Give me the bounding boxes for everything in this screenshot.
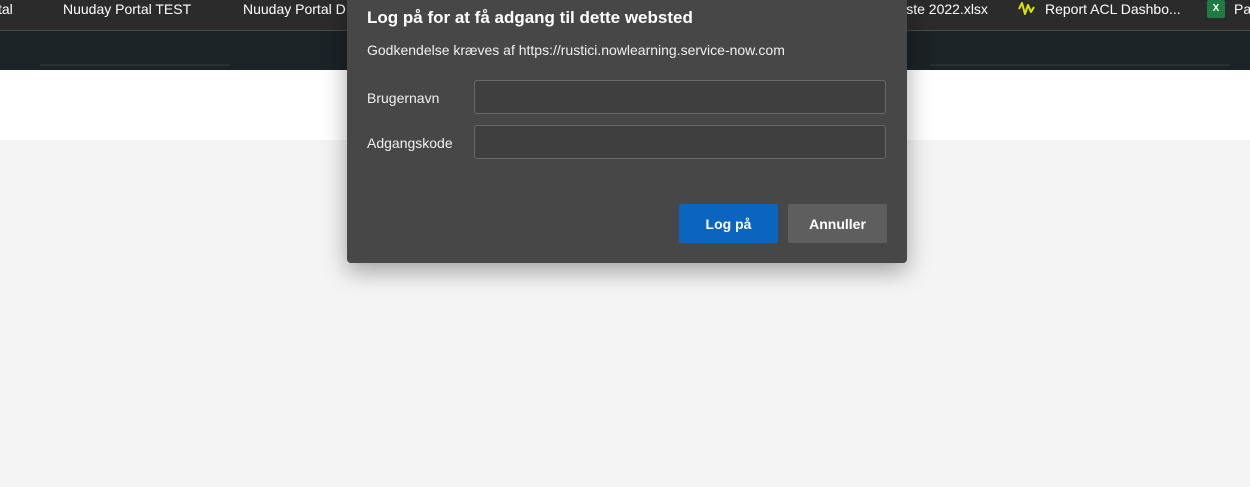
faint-divider — [930, 64, 1230, 66]
bookmark-nuuday-portal-test[interactable]: Nuuday Portal TEST — [63, 0, 191, 30]
bookmark-label: tal — [0, 1, 13, 17]
bookmark-portal[interactable]: tal — [0, 0, 13, 30]
waveform-icon — [1018, 0, 1036, 18]
username-input[interactable] — [474, 80, 886, 114]
excel-icon: X — [1207, 0, 1225, 18]
dialog-subtitle: Godkendelse kræves af https://rustici.no… — [367, 42, 785, 58]
cancel-button[interactable]: Annuller — [788, 204, 887, 243]
login-button[interactable]: Log på — [679, 204, 778, 243]
bookmark-report-acl[interactable]: Report ACL Dashbo... — [1018, 0, 1181, 30]
bookmark-label: Pa — [1234, 1, 1250, 17]
password-input[interactable] — [474, 125, 886, 159]
faint-divider — [40, 64, 230, 66]
bookmark-label: liste 2022.xlsx — [900, 1, 988, 17]
bookmark-label: Report ACL Dashbo... — [1045, 1, 1181, 17]
bookmark-liste-xlsx[interactable]: liste 2022.xlsx — [900, 0, 988, 30]
bookmark-nuuday-portal-d[interactable]: Nuuday Portal D — [243, 0, 346, 30]
bookmark-excel[interactable]: X Pa — [1207, 0, 1250, 30]
username-label: Brugernavn — [367, 90, 440, 106]
bookmark-label: Nuuday Portal D — [243, 1, 346, 17]
dialog-title: Log på for at få adgang til dette webste… — [367, 8, 693, 27]
bookmark-label: Nuuday Portal TEST — [63, 1, 192, 17]
password-label: Adgangskode — [367, 135, 453, 151]
login-dialog: Log på for at få adgang til dette webste… — [347, 0, 907, 263]
